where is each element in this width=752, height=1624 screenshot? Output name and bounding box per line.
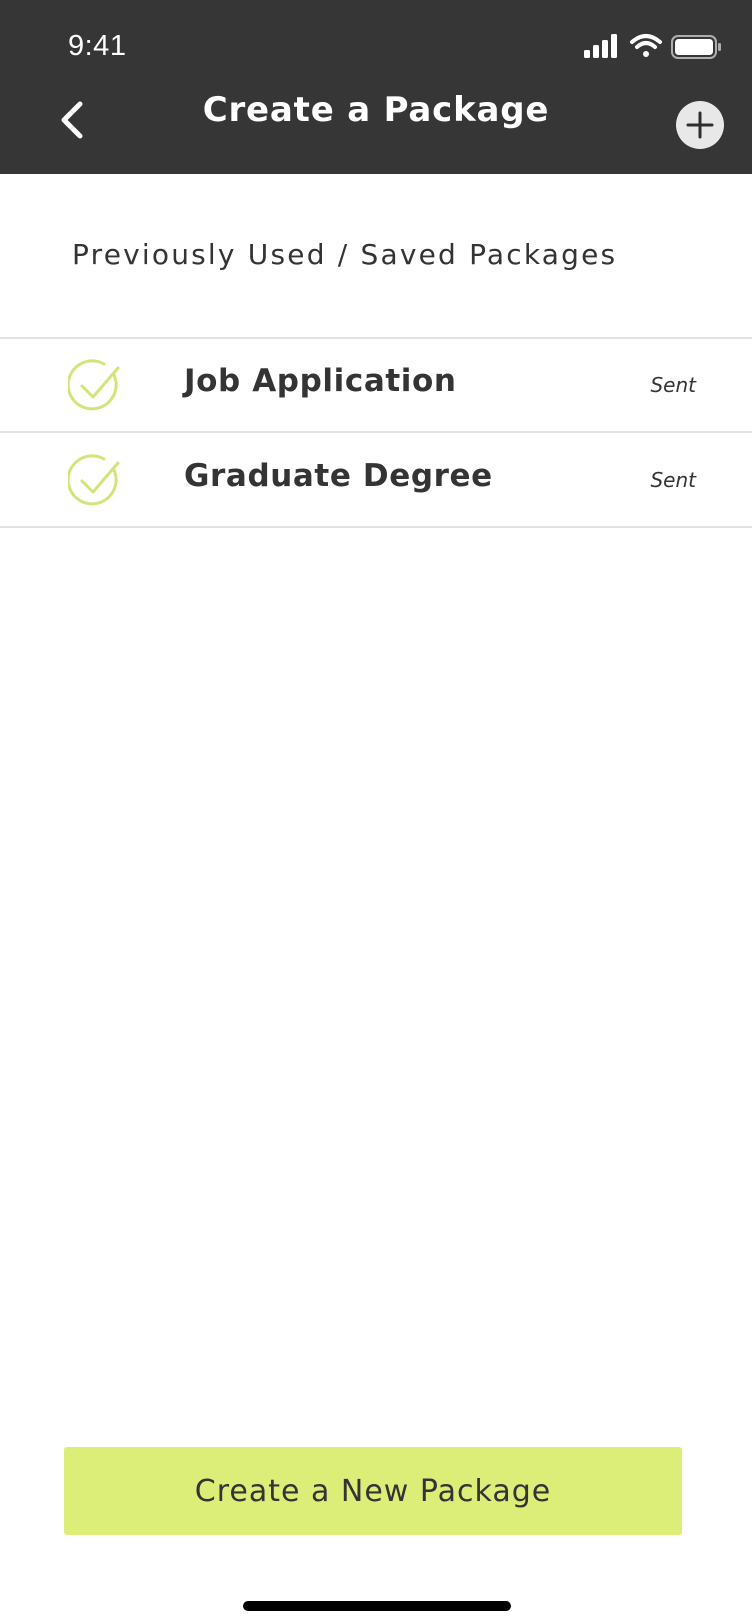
list-item-job-application[interactable]: Job Application Sent	[0, 339, 752, 431]
status-time: 9:41	[68, 30, 127, 62]
plus-icon	[686, 111, 714, 139]
signal-icon	[584, 34, 617, 58]
status-bar: 9:41	[0, 0, 752, 96]
section-heading: Previously Used / Saved Packages	[72, 238, 618, 271]
status-label: Sent	[650, 468, 696, 492]
status-label: Sent	[650, 373, 696, 397]
wifi-icon	[630, 34, 662, 57]
check-circle-icon	[68, 454, 120, 506]
create-new-package-button[interactable]: Create a New Package	[64, 1447, 682, 1535]
page-title: Create a Package	[202, 90, 550, 130]
status-icons	[584, 32, 724, 62]
home-indicator	[243, 1601, 511, 1611]
list-divider	[0, 526, 752, 528]
add-package-button[interactable]	[676, 101, 724, 149]
battery-icon	[671, 35, 721, 59]
list-item-graduate-degree[interactable]: Graduate Degree Sent	[0, 434, 752, 526]
check-circle-icon	[68, 359, 120, 411]
list-divider	[0, 431, 752, 433]
list-item-title: Job Application	[184, 363, 457, 399]
list-item-title: Graduate Degree	[184, 458, 493, 494]
